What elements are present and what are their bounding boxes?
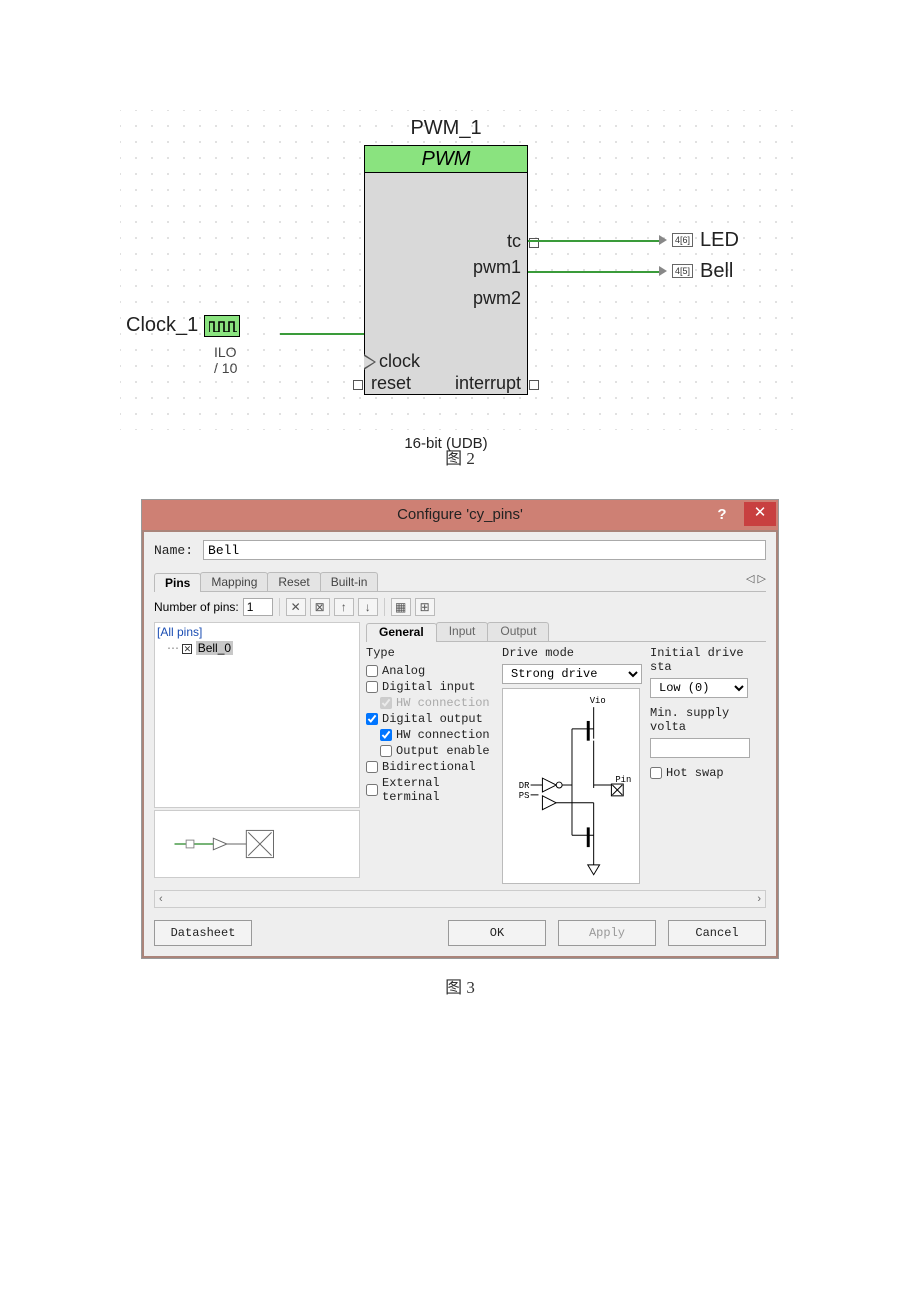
tool-sep bbox=[384, 598, 385, 616]
pin-symbol-button[interactable]: ⊠ bbox=[310, 598, 330, 616]
all-pins-item[interactable]: [All pins] bbox=[157, 625, 357, 639]
port-pwm2: pwm2 bbox=[473, 288, 521, 309]
scroll-left-icon[interactable]: ‹ bbox=[159, 893, 163, 905]
pwm-footer: 16-bit (UDB) bbox=[364, 435, 528, 452]
pin-led-label: LED bbox=[700, 229, 739, 252]
subtabs: General Input Output bbox=[366, 622, 766, 642]
port-interrupt: interrupt bbox=[455, 373, 521, 394]
subtab-output[interactable]: Output bbox=[487, 622, 549, 641]
pwm-instance-name: PWM_1 bbox=[364, 117, 528, 140]
tab-nav-arrows[interactable]: ◁ ▷ bbox=[746, 572, 766, 585]
chk-hw-conn-output[interactable]: HW connection bbox=[380, 728, 494, 742]
horizontal-scrollbar[interactable]: ‹ › bbox=[154, 890, 766, 908]
port-clock: clock bbox=[379, 351, 420, 372]
ok-button[interactable]: OK bbox=[448, 920, 546, 946]
wire-pwm2 bbox=[528, 271, 664, 273]
tab-pins[interactable]: Pins bbox=[154, 573, 201, 592]
tab-builtin[interactable]: Built-in bbox=[320, 572, 379, 591]
pin-tree[interactable]: [All pins] ⋯ ✕ Bell_0 bbox=[154, 622, 360, 808]
configure-dialog: Configure 'cy_pins' ? ✕ Name: Pins Mappi… bbox=[141, 499, 779, 959]
help-button[interactable]: ? bbox=[704, 500, 740, 530]
svg-text:DR: DR bbox=[519, 781, 530, 791]
clock-triangle-icon bbox=[364, 354, 376, 370]
chk-digital-output[interactable]: Digital output bbox=[366, 712, 494, 726]
drive-mode-header: Drive mode bbox=[502, 646, 642, 660]
figure3-caption: 图 3 bbox=[0, 973, 920, 998]
move-down-button[interactable]: ↓ bbox=[358, 598, 378, 616]
initial-state-label: Initial drive sta bbox=[650, 646, 766, 674]
svg-text:Vio: Vio bbox=[590, 696, 606, 706]
chk-analog[interactable]: Analog bbox=[366, 664, 494, 678]
num-pins-input[interactable] bbox=[243, 598, 273, 616]
pwm-component[interactable]: PWM_1 PWM tc pwm1 pwm2 clock reset inter… bbox=[364, 145, 528, 395]
arrow-icon bbox=[659, 235, 667, 245]
pin-preview bbox=[154, 810, 360, 878]
pin-led-idx[interactable]: 4[6] bbox=[672, 233, 693, 247]
dialog-title: Configure 'cy_pins' bbox=[397, 506, 523, 523]
port-pwm1: pwm1 bbox=[473, 257, 521, 278]
pwm-body: tc pwm1 pwm2 clock reset interrupt bbox=[364, 173, 528, 395]
arrow-icon bbox=[659, 266, 667, 276]
name-label: Name: bbox=[154, 543, 193, 558]
clock-component[interactable]: Clock_1 ILO / 10 bbox=[126, 314, 240, 337]
cancel-button[interactable]: Cancel bbox=[668, 920, 766, 946]
top-tabs: Pins Mapping Reset Built-in ◁ ▷ bbox=[154, 570, 766, 592]
wire-pwm1 bbox=[528, 240, 664, 242]
pin-item-label: Bell_0 bbox=[196, 641, 233, 655]
tool-sep bbox=[279, 598, 280, 616]
chk-hot-swap[interactable]: Hot swap bbox=[650, 766, 766, 780]
subtab-input[interactable]: Input bbox=[436, 622, 489, 641]
scroll-right-icon[interactable]: › bbox=[757, 893, 761, 905]
datasheet-button[interactable]: Datasheet bbox=[154, 920, 252, 946]
tab-reset[interactable]: Reset bbox=[267, 572, 320, 591]
type-header: Type bbox=[366, 646, 494, 660]
initial-state-select[interactable]: Low (0) bbox=[650, 678, 748, 698]
port-tc: tc bbox=[507, 231, 521, 252]
pwm-header: PWM bbox=[364, 145, 528, 173]
min-supply-label: Min. supply volta bbox=[650, 706, 766, 734]
chk-bidirectional[interactable]: Bidirectional bbox=[366, 760, 494, 774]
port-interrupt-stub bbox=[529, 380, 539, 390]
chk-external-terminal[interactable]: External terminal bbox=[366, 776, 494, 804]
chk-output-enable[interactable]: Output enable bbox=[380, 744, 494, 758]
pin-symbol-icon: ✕ bbox=[182, 644, 192, 654]
min-supply-input[interactable] bbox=[650, 738, 750, 758]
wire-clock bbox=[280, 333, 364, 335]
name-input[interactable] bbox=[203, 540, 766, 560]
chk-hw-conn-input: HW connection bbox=[380, 696, 494, 710]
close-button[interactable]: ✕ bbox=[744, 502, 776, 526]
drive-mode-select[interactable]: Strong drive bbox=[502, 664, 642, 684]
schematic-canvas: PWM_1 PWM tc pwm1 pwm2 clock reset inter… bbox=[120, 110, 800, 430]
delete-pin-button[interactable]: ✕ bbox=[286, 598, 306, 616]
subtab-general[interactable]: General bbox=[366, 623, 437, 642]
pin-bell-label: Bell bbox=[700, 260, 733, 283]
port-reset-stub bbox=[353, 380, 363, 390]
titlebar: Configure 'cy_pins' ? ✕ bbox=[142, 500, 778, 530]
clock-sublabel: ILO / 10 bbox=[214, 344, 240, 376]
svg-text:PS: PS bbox=[519, 791, 530, 801]
port-reset: reset bbox=[371, 373, 411, 394]
pin-bell-idx[interactable]: 4[5] bbox=[672, 264, 693, 278]
move-up-button[interactable]: ↑ bbox=[334, 598, 354, 616]
drive-mode-diagram: Vio DR PS bbox=[502, 688, 640, 884]
num-pins-label: Number of pins: bbox=[154, 600, 239, 614]
clock-wave-icon bbox=[204, 315, 240, 337]
pin-tree-row[interactable]: ⋯ ✕ Bell_0 bbox=[167, 641, 357, 655]
group-button[interactable]: ▦ bbox=[391, 598, 411, 616]
chk-digital-input[interactable]: Digital input bbox=[366, 680, 494, 694]
apply-button: Apply bbox=[558, 920, 656, 946]
ungroup-button[interactable]: ⊞ bbox=[415, 598, 435, 616]
tab-mapping[interactable]: Mapping bbox=[200, 572, 268, 591]
clock-name: Clock_1 bbox=[126, 314, 198, 336]
